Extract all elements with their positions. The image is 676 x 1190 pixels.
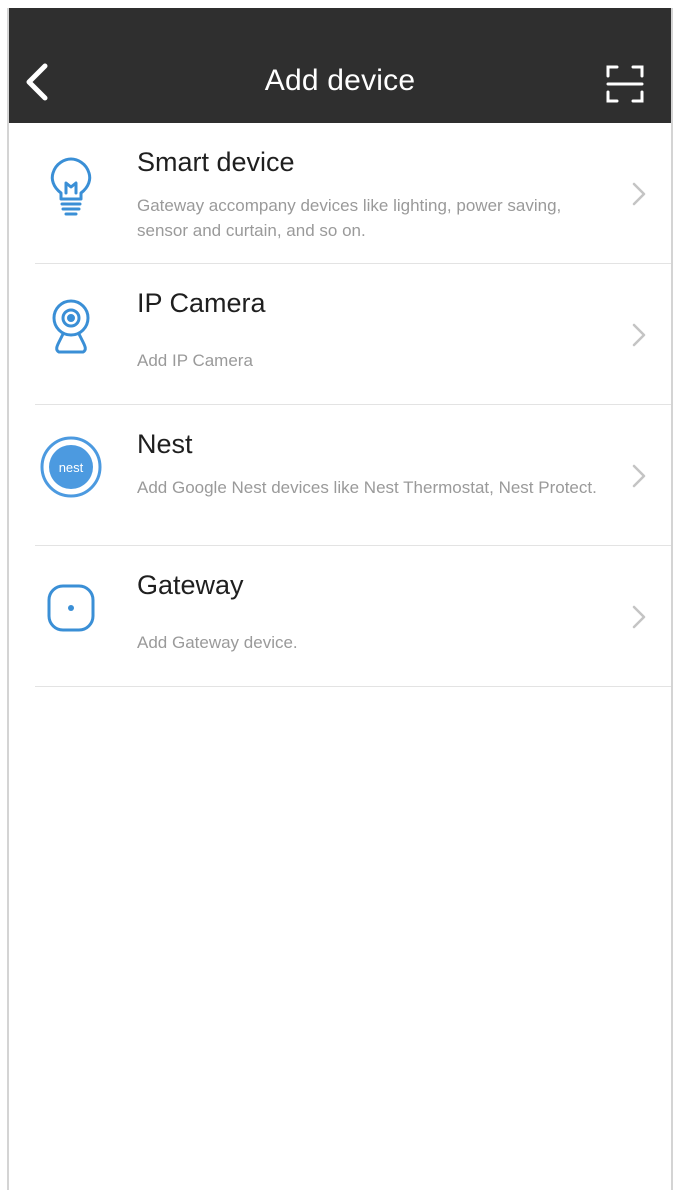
gateway-icon <box>47 584 95 632</box>
item-description: Add Gateway device. <box>137 633 298 652</box>
chevron-right-icon <box>632 323 646 347</box>
list-item-gateway[interactable]: Gateway Add Gateway device. <box>9 546 671 687</box>
item-label: Gateway <box>137 570 244 600</box>
item-description: Add Google Nest devices like Nest Thermo… <box>137 478 597 497</box>
navigation-bar: Add device <box>9 8 671 123</box>
device-type-list: Smart device Gateway accompany devices l… <box>9 123 671 687</box>
item-description: Add IP Camera <box>137 351 253 370</box>
chevron-right-icon <box>632 605 646 629</box>
divider <box>35 686 671 687</box>
list-item-ip-camera[interactable]: IP Camera Add IP Camera <box>9 264 671 405</box>
page-title: Add device <box>264 64 416 97</box>
nest-icon: nest <box>40 436 102 498</box>
list-item-smart-device[interactable]: Smart device Gateway accompany devices l… <box>9 123 671 264</box>
nest-logo-text: nest <box>59 460 84 475</box>
scan-button[interactable] <box>605 64 645 104</box>
chevron-right-icon <box>632 464 646 488</box>
item-description: Gateway accompany devices like lighting,… <box>137 196 562 240</box>
camera-icon <box>52 299 90 354</box>
list-item-nest[interactable]: nest Nest Add Google Nest devices like N… <box>9 405 671 546</box>
chevron-right-icon <box>632 182 646 206</box>
app-screen: Add device Smart device Gateway accompan… <box>7 8 673 1190</box>
scan-icon <box>606 65 644 103</box>
lightbulb-icon <box>50 157 92 216</box>
item-label: Nest <box>137 429 193 459</box>
item-label: IP Camera <box>137 288 266 318</box>
item-label: Smart device <box>137 147 295 177</box>
